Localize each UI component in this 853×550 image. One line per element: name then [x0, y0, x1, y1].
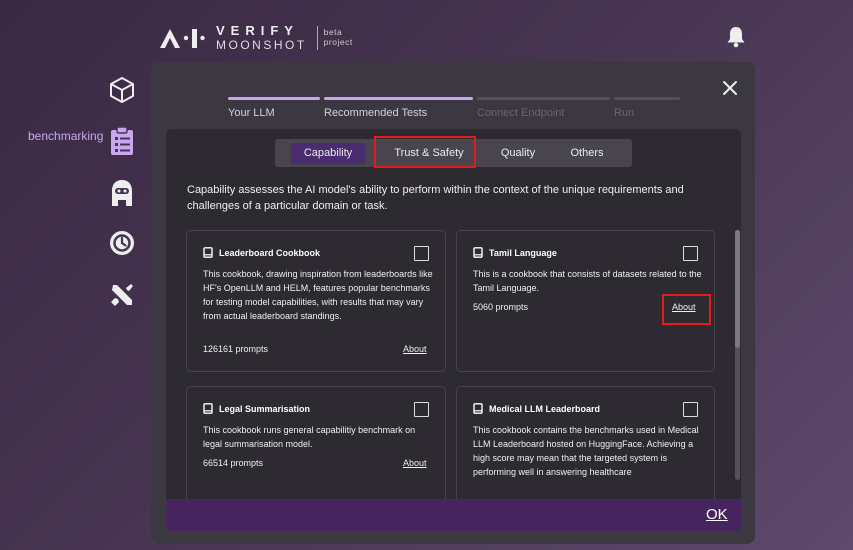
card-about-link[interactable]: About: [403, 344, 427, 354]
card-checkbox[interactable]: [683, 246, 698, 261]
book-icon: [473, 403, 483, 414]
card-description: This is a cookbook that consists of data…: [473, 269, 702, 293]
history-icon: [110, 231, 134, 255]
card-description: This cookbook runs general capabilitiy b…: [203, 425, 416, 449]
logo-verify-text: VERIFY: [216, 23, 299, 38]
step-label: Connect Endpoint: [477, 107, 565, 119]
card-title: Tamil Language: [489, 247, 557, 258]
logo-mark: [160, 27, 206, 49]
step-label: Your LLM: [228, 107, 275, 119]
book-icon: [203, 403, 213, 414]
card-checkbox[interactable]: [683, 402, 698, 417]
step-run: Run: [614, 97, 680, 119]
category-description: Capability assesses the AI model's abili…: [187, 184, 684, 212]
card-about-link[interactable]: About: [403, 458, 427, 468]
bell-icon[interactable]: [726, 26, 746, 53]
step-connect-endpoint: Connect Endpoint: [477, 97, 610, 119]
step-label: Run: [614, 107, 635, 119]
logo-moonshot-text: MOONSHOT: [216, 38, 307, 52]
annotation-highlight-about: [662, 294, 711, 325]
clipboard-icon: [111, 126, 133, 155]
step-recommended-tests: Recommended Tests: [324, 97, 473, 119]
step-progress: Your LLM Recommended Tests Connect Endpo…: [228, 97, 684, 119]
logo-divider: [316, 25, 318, 50]
step-label: Recommended Tests: [324, 107, 428, 119]
book-icon: [203, 247, 213, 258]
card-checkbox[interactable]: [414, 402, 429, 417]
nav-item-history[interactable]: [109, 230, 135, 256]
nav-item-redteaming[interactable]: [109, 179, 135, 207]
cookbook-card-medical[interactable]: Medical LLM Leaderboard This cookbook co…: [456, 386, 715, 516]
tab-others[interactable]: Others: [561, 143, 613, 164]
annotation-highlight-trust-safety: [374, 136, 476, 168]
robot-icon: [112, 180, 132, 206]
cookbook-card-legal[interactable]: Legal Summarisation This cookbook runs g…: [186, 386, 446, 516]
logo-project-text: project: [323, 36, 353, 47]
app-logo: VERIFY MOONSHOT beta project: [160, 24, 353, 51]
step-your-llm: Your LLM: [228, 97, 320, 119]
modal-footer: [166, 499, 741, 531]
card-prompt-count: 5060 prompts: [473, 302, 529, 312]
nav-item-utilities[interactable]: [109, 282, 135, 308]
card-title: Medical LLM Leaderboard: [489, 403, 601, 414]
cookbook-card-leaderboard[interactable]: Leaderboard Cookbook This cookbook, draw…: [186, 230, 446, 372]
card-title: Legal Summarisation: [219, 403, 311, 414]
card-description: This cookbook, drawing inspiration from …: [203, 269, 433, 321]
nav-item-home[interactable]: [108, 76, 136, 104]
scrollbar-thumb[interactable]: [735, 230, 740, 348]
nav-label-benchmarking[interactable]: benchmarking: [28, 129, 103, 143]
card-prompt-count: 126161 prompts: [203, 344, 269, 354]
nav-item-benchmarking[interactable]: [109, 126, 135, 156]
card-prompt-count: 66514 prompts: [203, 458, 264, 468]
tab-quality[interactable]: Quality: [493, 143, 543, 164]
card-checkbox[interactable]: [414, 246, 429, 261]
close-icon[interactable]: [720, 78, 740, 98]
tab-capability[interactable]: Capability: [291, 142, 365, 164]
tools-icon: [111, 284, 133, 306]
cube-icon: [110, 77, 134, 103]
card-description: This cookbook contains the benchmarks us…: [473, 425, 699, 477]
card-title: Leaderboard Cookbook: [219, 247, 321, 258]
book-icon: [473, 247, 483, 258]
ok-button[interactable]: OK: [706, 506, 728, 523]
